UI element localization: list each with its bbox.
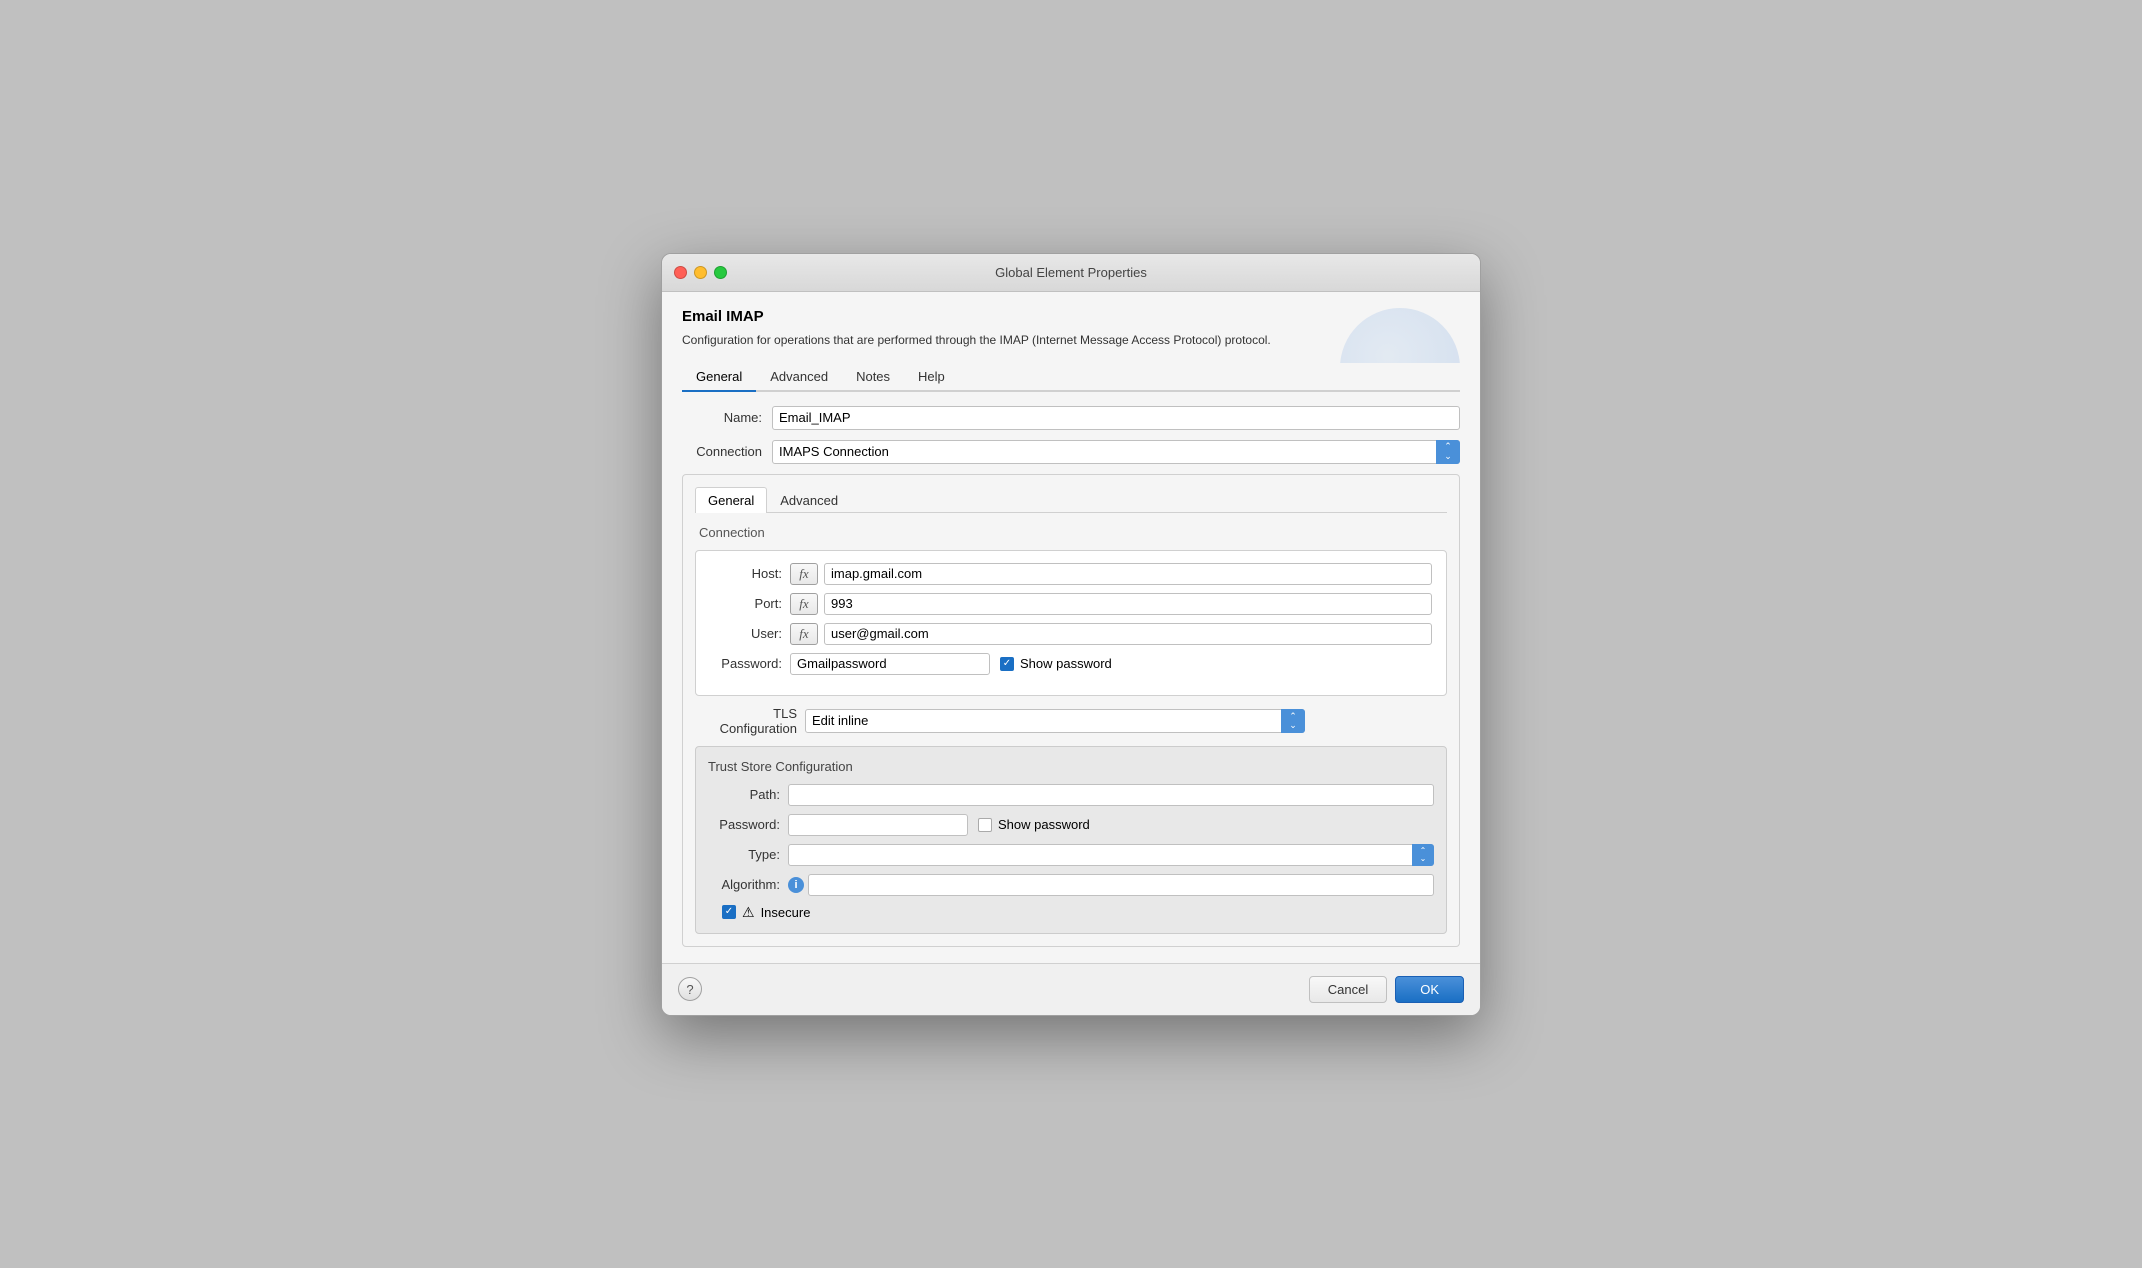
ts-path-label: Path: [708, 787, 788, 802]
connection-row: Connection IMAPS Connection [682, 440, 1460, 464]
ts-show-password-wrapper: Show password [978, 817, 1090, 832]
algorithm-info-icon: i [788, 877, 804, 893]
host-input[interactable] [824, 563, 1432, 585]
show-password-checkbox[interactable] [1000, 657, 1014, 671]
host-label: Host: [710, 566, 790, 581]
port-label: Port: [710, 596, 790, 611]
window-content: Email IMAP Configuration for operations … [662, 292, 1480, 963]
tab-help[interactable]: Help [904, 363, 959, 392]
password-input[interactable] [790, 653, 990, 675]
inner-tabs: General Advanced [695, 487, 1447, 513]
password-row: Password: Show password [710, 653, 1432, 675]
maximize-button[interactable] [714, 266, 727, 279]
host-fx-button[interactable]: fx [790, 563, 818, 585]
ts-show-password-checkbox[interactable] [978, 818, 992, 832]
ts-type-label: Type: [708, 847, 788, 862]
minimize-button[interactable] [694, 266, 707, 279]
insecure-label: Insecure [761, 905, 811, 920]
connection-fields: Host: fx Port: fx User: fx [695, 550, 1447, 696]
password-label: Password: [710, 656, 790, 671]
host-row: Host: fx [710, 563, 1432, 585]
tls-select-wrapper: Edit inline [805, 709, 1305, 733]
warning-icon: ⚠ [742, 904, 755, 921]
port-input[interactable] [824, 593, 1432, 615]
connection-section-title: Connection [695, 525, 1447, 540]
main-window: Global Element Properties Email IMAP Con… [661, 253, 1481, 1016]
connection-select[interactable]: IMAPS Connection [772, 440, 1460, 464]
user-fx-icon: fx [799, 626, 808, 642]
inner-panel: General Advanced Connection Host: fx Por… [682, 474, 1460, 947]
insecure-checkbox[interactable] [722, 905, 736, 919]
tab-general[interactable]: General [682, 363, 756, 392]
titlebar: Global Element Properties [662, 254, 1480, 292]
ts-password-row: Password: Show password [708, 814, 1434, 836]
tab-advanced[interactable]: Advanced [756, 363, 842, 392]
insecure-row: ⚠ Insecure [722, 904, 1434, 921]
tls-row: TLS Configuration Edit inline [695, 706, 1447, 736]
show-password-label: Show password [1020, 656, 1112, 671]
trust-store-title: Trust Store Configuration [708, 759, 1434, 774]
dialog-footer: ? Cancel OK [662, 963, 1480, 1015]
trust-store-panel: Trust Store Configuration Path: Password… [695, 746, 1447, 934]
ts-password-label: Password: [708, 817, 788, 832]
ts-type-select-wrapper [788, 844, 1434, 866]
ok-button[interactable]: OK [1395, 976, 1464, 1003]
name-input[interactable] [772, 406, 1460, 430]
ts-type-row: Type: [708, 844, 1434, 866]
user-label: User: [710, 626, 790, 641]
tls-label: TLS Configuration [695, 706, 805, 736]
port-fx-button[interactable]: fx [790, 593, 818, 615]
decorative-circle [1340, 308, 1460, 363]
dialog-description: Configuration for operations that are pe… [682, 331, 1330, 349]
cancel-button[interactable]: Cancel [1309, 976, 1387, 1003]
close-button[interactable] [674, 266, 687, 279]
user-input[interactable] [824, 623, 1432, 645]
help-button[interactable]: ? [678, 977, 702, 1001]
ts-path-input[interactable] [788, 784, 1434, 806]
dialog-title: Email IMAP [682, 308, 1330, 325]
user-row: User: fx [710, 623, 1432, 645]
tls-select[interactable]: Edit inline [805, 709, 1305, 733]
tab-notes[interactable]: Notes [842, 363, 904, 392]
name-label: Name: [682, 410, 772, 425]
dialog-header: Email IMAP Configuration for operations … [682, 308, 1460, 363]
ts-path-row: Path: [708, 784, 1434, 806]
show-password-wrapper: Show password [1000, 656, 1112, 671]
connection-label: Connection [682, 444, 772, 459]
ts-show-password-label: Show password [998, 817, 1090, 832]
ts-algorithm-label: Algorithm: [708, 877, 788, 892]
traffic-lights [674, 266, 727, 279]
ts-algorithm-row: Algorithm: i [708, 874, 1434, 896]
inner-tab-general[interactable]: General [695, 487, 767, 513]
port-fx-icon: fx [799, 596, 808, 612]
inner-tab-advanced[interactable]: Advanced [767, 487, 851, 513]
window-title: Global Element Properties [995, 265, 1147, 280]
ts-type-select[interactable] [788, 844, 1434, 866]
user-fx-button[interactable]: fx [790, 623, 818, 645]
name-row: Name: [682, 406, 1460, 430]
ts-password-input[interactable] [788, 814, 968, 836]
port-row: Port: fx [710, 593, 1432, 615]
host-fx-icon: fx [799, 566, 808, 582]
ts-algorithm-input[interactable] [808, 874, 1434, 896]
footer-buttons: Cancel OK [1309, 976, 1464, 1003]
connection-select-wrapper: IMAPS Connection [772, 440, 1460, 464]
top-tabs: General Advanced Notes Help [682, 363, 1460, 392]
